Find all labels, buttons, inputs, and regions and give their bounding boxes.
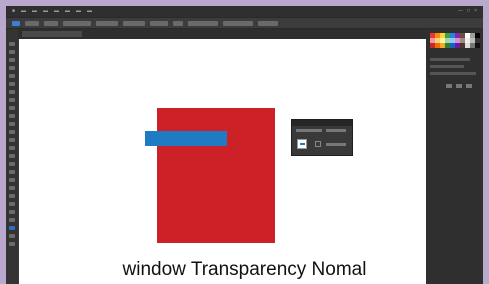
panel-bar[interactable]: [430, 58, 470, 61]
style-dropdown[interactable]: [123, 20, 145, 26]
blend-tool-icon[interactable]: [9, 186, 15, 190]
artboard-canvas[interactable]: [19, 39, 426, 284]
menu-item[interactable]: ▬: [54, 6, 59, 17]
gradient-tool-icon[interactable]: [9, 170, 15, 174]
shape-builder-tool-icon[interactable]: [9, 154, 15, 158]
hand-tool-icon[interactable]: [9, 234, 15, 238]
app-logo-icon[interactable]: ■: [12, 6, 15, 17]
panel-button-icon[interactable]: [466, 84, 472, 88]
free-transform-tool-icon[interactable]: [9, 146, 15, 150]
panel-bar[interactable]: [430, 65, 464, 68]
swatches-panel: [430, 33, 480, 55]
menu-item[interactable]: ▬: [43, 6, 48, 17]
rotate-tool-icon[interactable]: [9, 122, 15, 126]
caption-text: window Transparency Nomal: [122, 259, 367, 280]
control-options-bar: [6, 17, 483, 29]
menu-item[interactable]: ▬: [32, 6, 37, 17]
scale-tool-icon[interactable]: [9, 130, 15, 134]
align-control[interactable]: [173, 20, 183, 26]
eyedropper-tool-icon[interactable]: [9, 178, 15, 182]
symbol-sprayer-tool-icon[interactable]: [9, 194, 15, 198]
pen-tool-icon[interactable]: [9, 66, 15, 70]
transparency-panel: [291, 119, 353, 156]
blue-rectangle-shape[interactable]: [145, 131, 227, 146]
artboard-tool-icon[interactable]: [9, 210, 15, 214]
graph-tool-icon[interactable]: [9, 202, 15, 206]
menu-item[interactable]: ▬: [87, 6, 92, 17]
menu-item[interactable]: ▬: [65, 6, 70, 17]
close-icon[interactable]: ×: [474, 6, 477, 17]
direct-selection-tool-icon[interactable]: [9, 50, 15, 54]
eraser-tool-icon[interactable]: [9, 114, 15, 118]
menu-bar: ■ ▬ ▬ ▬ ▬ ▬ ▬ ▬ — □ ×: [6, 6, 483, 17]
panel-button-icon[interactable]: [446, 84, 452, 88]
mesh-tool-icon[interactable]: [9, 162, 15, 166]
tools-panel: [6, 29, 18, 284]
stroke-weight-dropdown[interactable]: [63, 20, 91, 26]
make-mask-button[interactable]: [326, 143, 346, 146]
brush-tool-icon[interactable]: [9, 98, 15, 102]
slice-tool-icon[interactable]: [9, 218, 15, 222]
transparency-thumbnail-icon[interactable]: [297, 139, 307, 149]
blend-mode-dropdown[interactable]: [296, 129, 322, 132]
document-tab[interactable]: [22, 31, 82, 37]
shape-control[interactable]: [223, 20, 253, 26]
transform-control[interactable]: [188, 20, 218, 26]
document-tab-bar: [6, 29, 426, 39]
maximize-icon[interactable]: □: [467, 6, 470, 17]
minimize-icon[interactable]: —: [458, 6, 463, 17]
window-controls: — □ ×: [458, 6, 483, 17]
panel-bar[interactable]: [430, 72, 476, 75]
opacity-control[interactable]: [150, 20, 168, 26]
fill-swatch-icon[interactable]: [9, 226, 15, 230]
extra-control[interactable]: [258, 20, 278, 26]
fill-control[interactable]: [25, 20, 39, 26]
red-rectangle-shape[interactable]: [157, 108, 275, 243]
rectangle-tool-icon[interactable]: [9, 90, 15, 94]
panel-button-icon[interactable]: [456, 84, 462, 88]
zoom-tool-icon[interactable]: [9, 242, 15, 246]
magic-wand-tool-icon[interactable]: [9, 58, 15, 62]
mask-icon[interactable]: [315, 141, 321, 147]
warp-tool-icon[interactable]: [9, 138, 15, 142]
menu-item[interactable]: ▬: [21, 6, 26, 17]
panel-title-bar[interactable]: [292, 120, 352, 126]
application-screen: ■ ▬ ▬ ▬ ▬ ▬ ▬ ▬ — □ ×: [6, 6, 483, 284]
menu-item[interactable]: ▬: [76, 6, 81, 17]
panel-list: [430, 58, 480, 79]
color-swatch-icon[interactable]: [475, 43, 480, 48]
stroke-control[interactable]: [44, 20, 58, 26]
selection-indicator[interactable]: [12, 20, 20, 26]
opacity-field[interactable]: [326, 129, 346, 132]
line-tool-icon[interactable]: [9, 82, 15, 86]
brush-dropdown[interactable]: [96, 20, 118, 26]
type-tool-icon[interactable]: [9, 74, 15, 78]
pencil-tool-icon[interactable]: [9, 106, 15, 110]
selection-tool-icon[interactable]: [9, 42, 15, 46]
